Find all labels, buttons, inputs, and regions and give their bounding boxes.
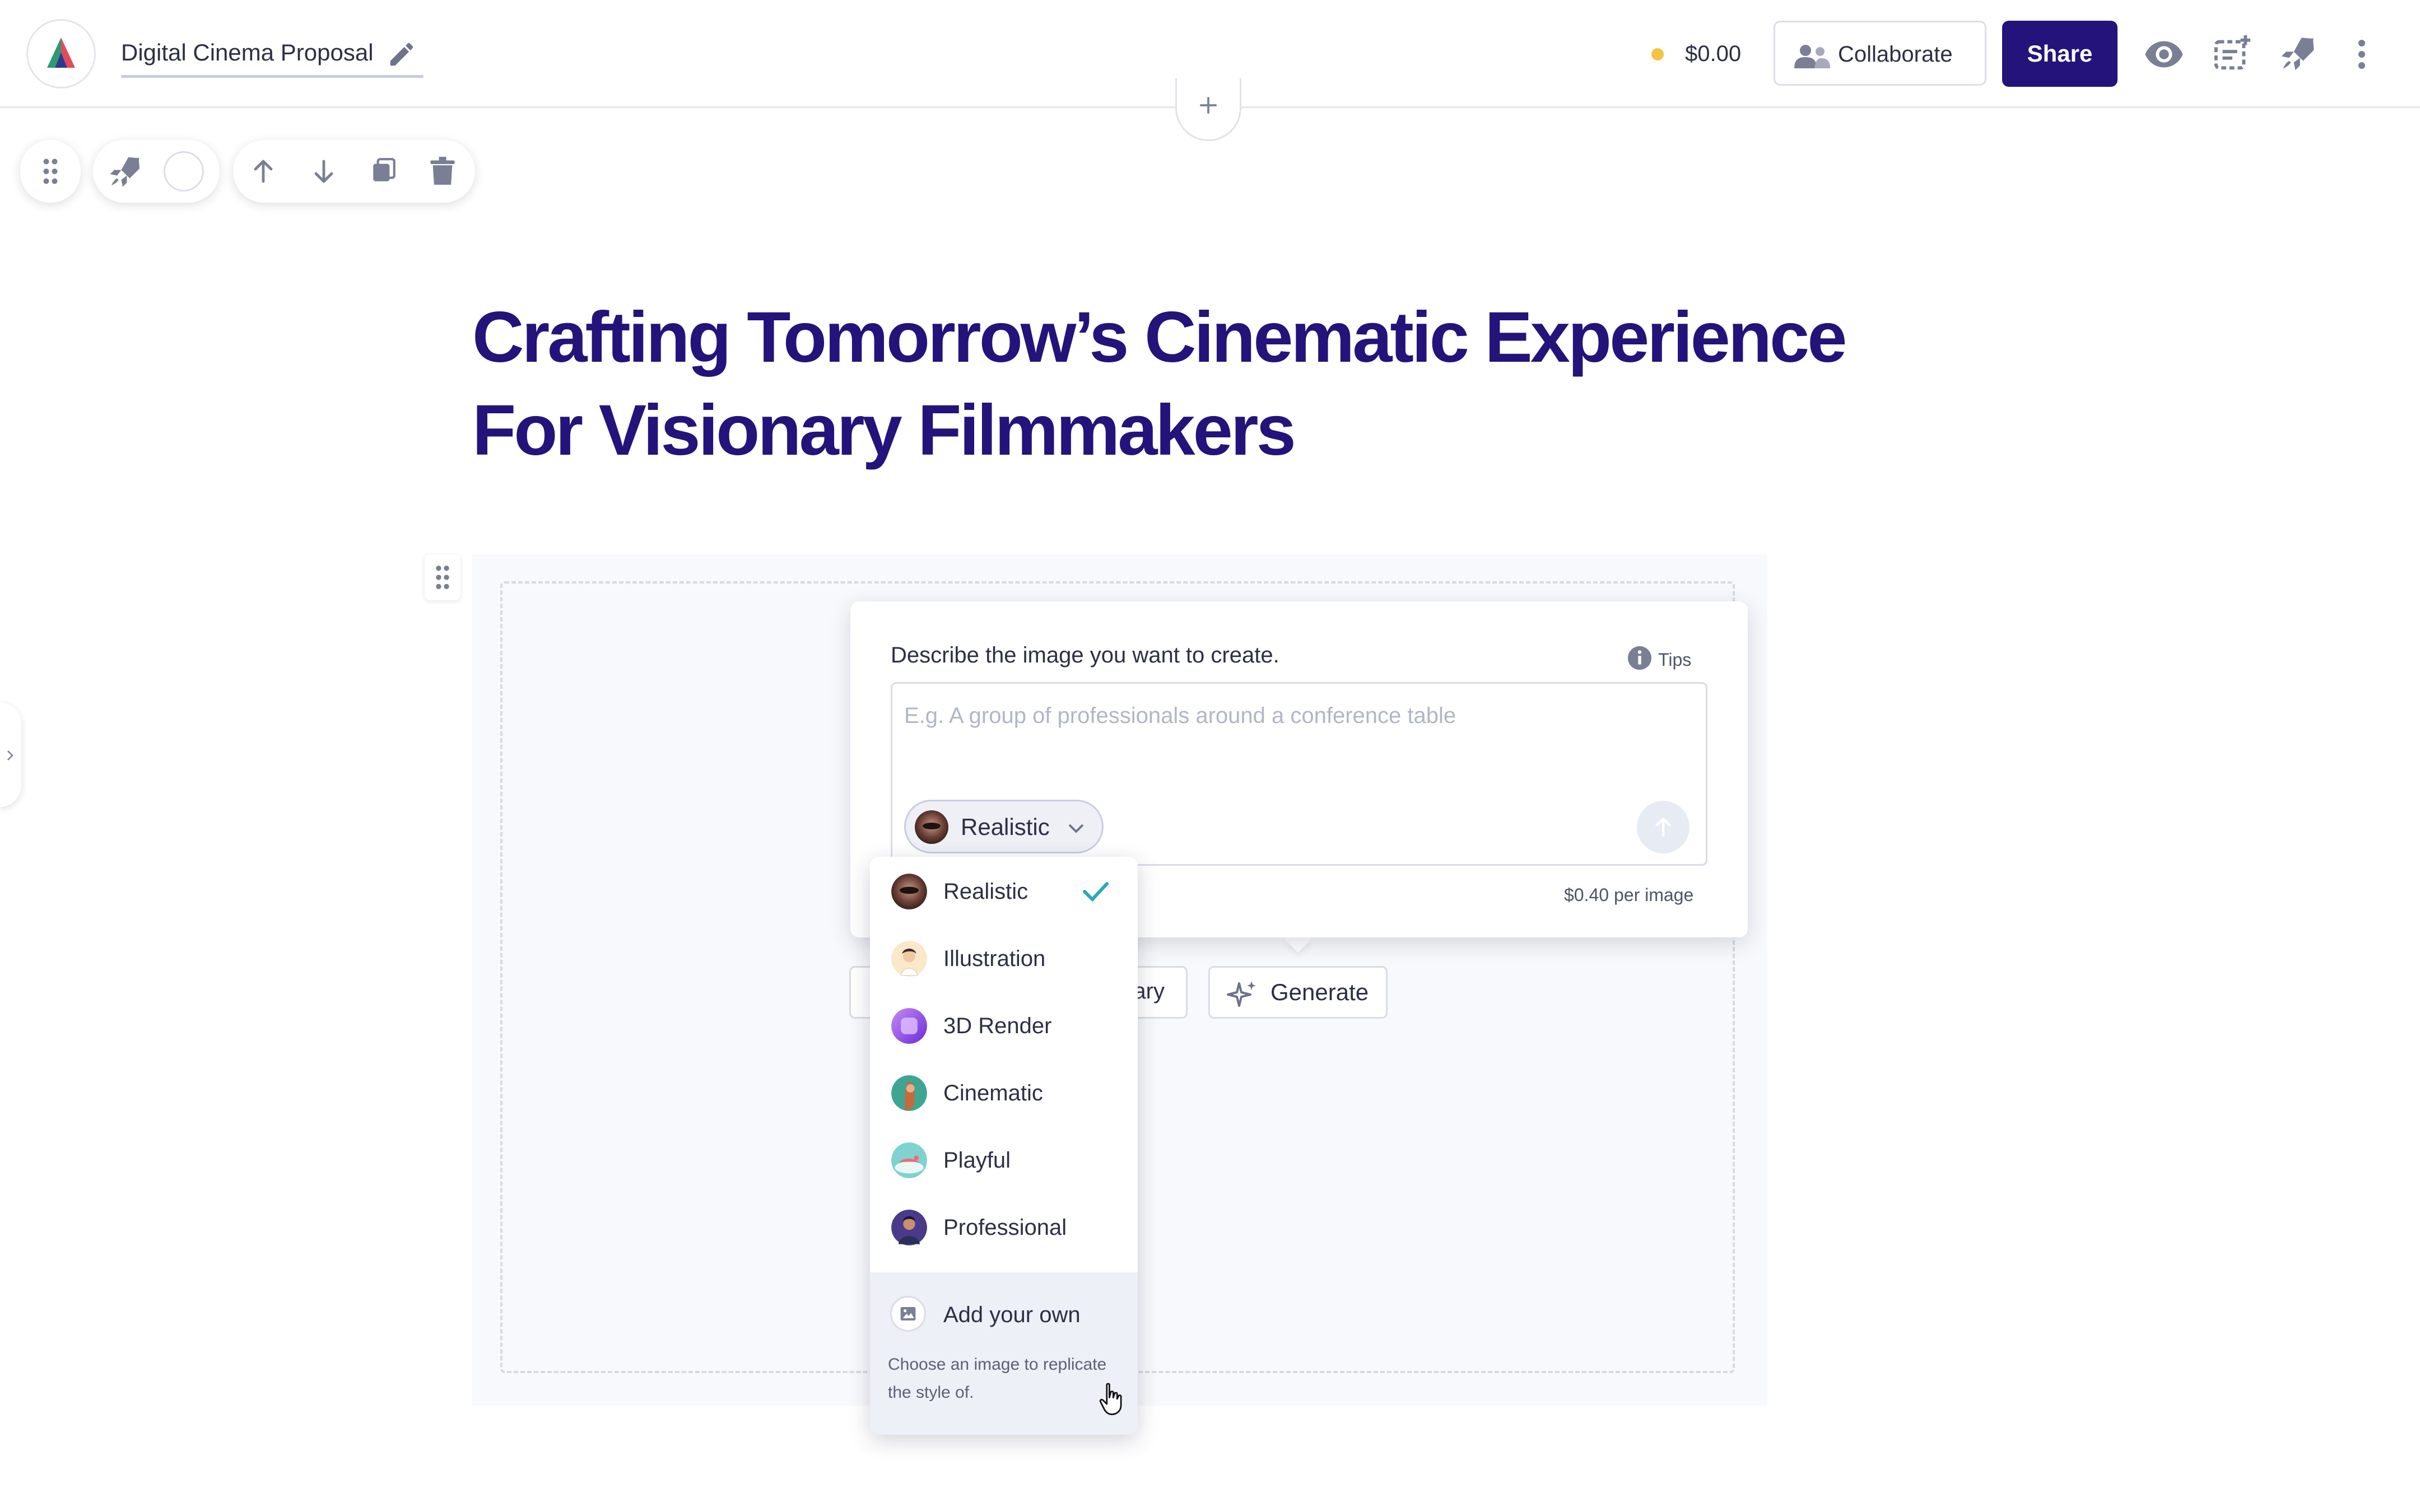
style-option-label: Cinematic bbox=[943, 1081, 1043, 1105]
generate-label: Generate bbox=[1270, 979, 1369, 1005]
add-own-label: Add your own bbox=[943, 1303, 1081, 1327]
add-own-hint: Choose an image to replicate the style o… bbox=[888, 1355, 1107, 1402]
app-logo[interactable] bbox=[26, 19, 96, 88]
image-icon bbox=[900, 1307, 916, 1320]
duplicate-icon[interactable] bbox=[370, 157, 398, 185]
plus-icon bbox=[1200, 97, 1217, 114]
check-icon bbox=[1083, 882, 1109, 902]
price-per-image: $0.40 per image bbox=[1564, 885, 1694, 905]
prompt-label: Describe the image you want to create. bbox=[891, 643, 1279, 668]
side-panel-toggle[interactable] bbox=[0, 703, 21, 807]
chevron-right-icon bbox=[7, 750, 13, 760]
style-option-illustration[interactable]: Illustration bbox=[870, 924, 1138, 991]
style-option-label: Professional bbox=[943, 1215, 1067, 1240]
block-drag-handle[interactable] bbox=[20, 140, 81, 203]
realistic-style-avatar bbox=[891, 874, 927, 909]
balance-amount[interactable]: $0.00 bbox=[1685, 41, 1741, 67]
image-block-drag-handle[interactable] bbox=[425, 554, 460, 600]
style-option-professional[interactable]: Professional bbox=[870, 1193, 1138, 1260]
selected-style-label: Realistic bbox=[961, 814, 1050, 840]
illustration-style-avatar bbox=[891, 941, 927, 977]
move-down-icon[interactable] bbox=[310, 158, 337, 185]
block-rocket-icon[interactable] bbox=[109, 155, 142, 188]
people-icon bbox=[1794, 45, 1830, 68]
block-style-group bbox=[93, 140, 220, 203]
style-select[interactable]: Realistic bbox=[904, 800, 1104, 853]
image-upload-circle bbox=[890, 1296, 926, 1332]
arrow-up-icon bbox=[1655, 817, 1671, 837]
rocket-icon[interactable] bbox=[2280, 35, 2317, 72]
chevron-down-icon bbox=[1068, 824, 1084, 833]
cinematic-style-avatar bbox=[891, 1075, 927, 1111]
pointer-cursor-icon bbox=[1099, 1383, 1122, 1415]
add-block-above-button[interactable] bbox=[1175, 78, 1241, 141]
style-option-realistic[interactable]: Realistic bbox=[870, 857, 1138, 924]
style-option-playful[interactable]: Playful bbox=[870, 1126, 1138, 1193]
submit-prompt-button[interactable] bbox=[1637, 801, 1690, 853]
drag-handle-icon bbox=[43, 158, 58, 184]
library-label: ary bbox=[1133, 979, 1165, 1004]
playful-style-avatar bbox=[891, 1142, 927, 1178]
realistic-style-avatar bbox=[915, 810, 948, 844]
document-title[interactable]: Digital Cinema Proposal bbox=[121, 39, 374, 66]
style-option-3d-render[interactable]: 3D Render bbox=[870, 991, 1138, 1058]
logo-mark-icon bbox=[47, 38, 75, 68]
add-own-style-option[interactable]: Add your own Choose an image to replicat… bbox=[870, 1272, 1138, 1435]
style-dropdown-menu: Realistic Illustration 3D Render Cinemat… bbox=[870, 857, 1138, 1435]
delete-icon[interactable] bbox=[429, 157, 456, 186]
tips-label: Tips bbox=[1658, 650, 1692, 670]
block-color-swatch[interactable] bbox=[164, 151, 204, 192]
page-heading[interactable]: Crafting Tomorrow’s Cinematic Experience… bbox=[472, 291, 1929, 477]
professional-style-avatar bbox=[891, 1210, 927, 1245]
balance-status-dot bbox=[1651, 48, 1664, 60]
more-options-icon[interactable] bbox=[2357, 38, 2366, 71]
share-button[interactable]: Share bbox=[2002, 21, 2118, 87]
style-option-label: Playful bbox=[943, 1148, 1011, 1173]
drag-handle-icon bbox=[436, 566, 449, 589]
block-actions-group bbox=[233, 140, 475, 203]
move-up-icon[interactable] bbox=[250, 158, 277, 185]
eye-icon[interactable] bbox=[2144, 39, 2184, 69]
add-section-icon[interactable] bbox=[2213, 34, 2252, 73]
style-option-label: Illustration bbox=[943, 946, 1046, 971]
style-option-label: Realistic bbox=[943, 879, 1028, 904]
prompt-input[interactable] bbox=[904, 699, 1688, 732]
style-option-label: 3D Render bbox=[943, 1014, 1052, 1038]
generate-button[interactable]: Generate bbox=[1208, 966, 1388, 1019]
3d-render-style-avatar bbox=[891, 1008, 927, 1044]
info-icon bbox=[1627, 646, 1652, 670]
style-option-cinematic[interactable]: Cinematic bbox=[870, 1058, 1138, 1126]
tips-link[interactable]: Tips bbox=[1627, 645, 1691, 671]
sparkle-icon bbox=[1227, 981, 1256, 1007]
collaborate-button[interactable]: Collaborate bbox=[1774, 21, 1986, 86]
collaborate-label: Collaborate bbox=[1838, 42, 1953, 67]
document-title-underline bbox=[121, 75, 424, 78]
pencil-icon[interactable] bbox=[387, 39, 417, 69]
